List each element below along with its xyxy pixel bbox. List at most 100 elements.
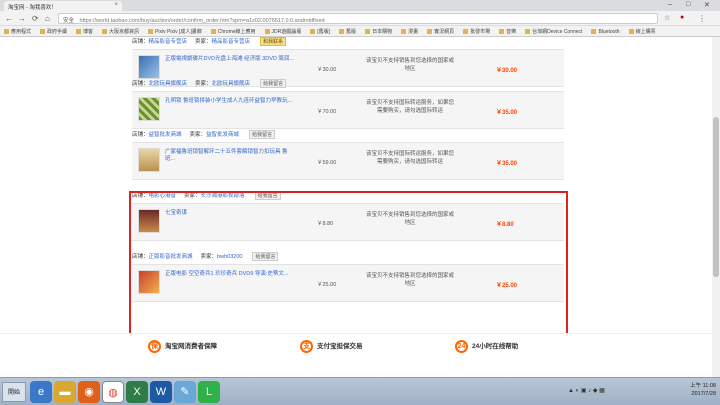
product-thumbnail[interactable]	[138, 97, 160, 121]
bookmark-folder-icon	[102, 29, 108, 34]
bookmark-folder-icon	[339, 29, 345, 34]
seller-link[interactable]: 北欧玩具旗舰店	[212, 81, 251, 87]
clock-icon: 24	[455, 340, 468, 353]
shop-link[interactable]: 北欧玩具旗舰店	[149, 81, 188, 87]
seller-link[interactable]: 精品影音专营店	[212, 39, 251, 45]
guarantee-2[interactable]: 支支付宝担保交易	[300, 340, 363, 353]
url-field[interactable]: 安全 https://world.taobao.com/buy/auction/…	[58, 13, 658, 24]
unit-price: ￥30.00	[317, 67, 337, 73]
tab-close-icon[interactable]: ×	[114, 2, 118, 8]
message-seller-button[interactable]: 给我留言	[249, 130, 276, 139]
excel-icon[interactable]: X	[126, 381, 148, 403]
menu-icon[interactable]: ⋮	[698, 14, 706, 23]
bookmark-folder-icon	[463, 29, 469, 34]
bookmark-item[interactable]: 批發市場	[463, 28, 490, 35]
bookmark-item[interactable]: Chrome線上應用	[210, 28, 256, 35]
folder-icon[interactable]: ▬	[54, 381, 76, 403]
bookmark-folder-icon	[427, 29, 433, 34]
seller-label: 卖家：	[189, 132, 207, 138]
seller-line: 店铺：北欧玩具旗舰店 卖家：北欧玩具旗舰店 给我留言	[132, 79, 564, 91]
chrome-icon[interactable]: ◍	[102, 381, 124, 403]
bookmark-item[interactable]: 應用程式	[4, 28, 31, 35]
taskbar: 開始 e ▬ ◉ ◍ X W ✎ L ▲ ◐ ▣ ♪ ◆ ▦ 上午 11:08 …	[0, 377, 720, 405]
bookmark-item[interactable]: 大阪京都資訊	[102, 28, 139, 35]
message-seller-button[interactable]: 和我联系	[260, 37, 287, 46]
scrollbar[interactable]	[712, 37, 720, 377]
line-icon[interactable]: L	[198, 381, 220, 403]
bookmark-item[interactable]: 線上購票	[628, 28, 656, 35]
seller-line: 店铺：益智批发商城 卖家：益智批发商城 给我留言	[132, 130, 564, 142]
product-title-link[interactable]: 广家福鲁班锁智解环二十五件套解锁智力扣玩具 鲁班...	[165, 149, 295, 163]
bookmark-item[interactable]: Bluetooth	[591, 29, 620, 35]
bookmark-folder-icon	[401, 29, 407, 34]
unit-price: ￥70.00	[317, 109, 337, 115]
bookmark-item[interactable]: 音樂	[499, 28, 516, 35]
bookmark-item[interactable]: 漫畫	[401, 28, 418, 35]
shop-label: 店铺：	[132, 81, 149, 87]
bookmark-folder-icon	[210, 29, 216, 34]
ie-icon[interactable]: e	[30, 381, 52, 403]
security-label: 安全	[63, 18, 75, 24]
adblock-icon[interactable]: ●	[680, 14, 684, 21]
shop-link[interactable]: 精品影音专营店	[149, 39, 188, 45]
bookmark-folder-icon	[40, 29, 46, 34]
paint-icon[interactable]: ✎	[174, 381, 196, 403]
address-bar-row: ← → ⟳ ⌂ 安全 https://world.taobao.com/buy/…	[0, 11, 720, 26]
forward-icon[interactable]: →	[18, 14, 26, 23]
tab-strip: 淘宝网 - 淘我喜欢！ × – □ ✕	[0, 0, 720, 11]
clock[interactable]: 上午 11:08 2017/7/28	[690, 382, 716, 398]
shop-label: 店铺：	[132, 39, 149, 45]
seller-label: 卖家：	[195, 81, 212, 87]
bookmark-folder-icon	[628, 29, 634, 34]
minimize-icon[interactable]: –	[668, 1, 672, 8]
word-icon[interactable]: W	[150, 381, 172, 403]
bookmark-item[interactable]: [舊版]	[310, 28, 330, 35]
bookmark-item[interactable]: JDR遊戲論壇	[264, 28, 301, 35]
shop-link[interactable]: 益智批发商城	[149, 132, 182, 138]
subtotal: ￥30.00	[496, 68, 518, 74]
bookmark-folder-icon	[76, 29, 82, 34]
clock-time: 上午 11:08	[690, 383, 716, 389]
subtotal: ￥35.00	[496, 110, 518, 116]
reload-icon[interactable]: ⟳	[32, 14, 39, 23]
order-item: 广家福鲁班锁智解环二十五件套解锁智力扣玩具 鲁班... ￥59.00 该宝贝不支持国…	[132, 142, 564, 180]
seller-link[interactable]: 益智批发商城	[206, 132, 239, 138]
guarantee-3[interactable]: 24 24小时在线帮助	[455, 340, 518, 353]
bookmark-item[interactable]: Pixiv Pixiv [成人]畫廊	[148, 28, 202, 35]
message-seller-button[interactable]: 给我留言	[260, 79, 287, 88]
bookmark-item[interactable]: 台灣網Device Connect	[525, 28, 582, 35]
shipping-warning: 该宝贝不支持国际转运服务，如果您需要购买，请勾选国际转运	[365, 100, 454, 114]
scroll-thumb[interactable]	[713, 117, 719, 277]
browser-tab[interactable]: 淘宝网 - 淘我喜欢！ ×	[4, 1, 122, 11]
maximize-icon[interactable]: □	[686, 1, 690, 8]
bookmark-item[interactable]: 日本購物	[365, 28, 392, 35]
bookmark-item[interactable]: 舊版	[339, 28, 356, 35]
product-title-link[interactable]: 孔明锁 鲁班锁拼装小学生成人九连环益智力早教玩...	[165, 98, 295, 105]
close-window-icon[interactable]: ✕	[704, 1, 710, 9]
star-icon[interactable]: ☆	[664, 14, 670, 22]
home-icon[interactable]: ⌂	[45, 14, 50, 23]
shipping-warning: 该宝贝不支持销售到您选择的国家或地区	[365, 58, 454, 72]
product-thumbnail[interactable]	[138, 148, 160, 172]
firefox-icon[interactable]: ◉	[78, 381, 100, 403]
guarantee-1[interactable]: 保淘宝网消费者保障	[148, 340, 217, 353]
alipay-icon: 支	[300, 340, 313, 353]
guarantee-footer: 保淘宝网消费者保障 支支付宝担保交易 24 24小时在线帮助	[0, 333, 712, 377]
product-title-link[interactable]: 正版電視劇碟片DVD光盘上海滩 经济版 3DVD 周润...	[165, 56, 295, 63]
start-button[interactable]: 開始	[2, 382, 26, 402]
url-text: https://world.taobao.com/buy/auction/ord…	[79, 18, 325, 24]
bookmark-folder-icon	[310, 29, 316, 34]
bookmark-item[interactable]: 政府手續	[40, 28, 67, 35]
seller-line: 店铺：精品影音专营店 卖家：精品影音专营店 和我联系	[132, 37, 564, 49]
bookmark-folder-icon	[525, 29, 531, 34]
unit-price: ￥59.00	[317, 160, 337, 166]
subtotal: ￥35.00	[496, 161, 518, 167]
clock-date: 2017/7/28	[691, 391, 716, 397]
page-content: 店铺：精品影音专营店 卖家：精品影音专营店 和我联系 正版電視劇碟片DVD光盘上海滩 …	[0, 37, 712, 377]
bookmark-item[interactable]: 博客	[76, 28, 93, 35]
tray-icons[interactable]: ▲ ◐ ▣ ♪ ◆ ▦	[568, 387, 605, 394]
bookmark-folder-icon	[4, 29, 9, 34]
back-icon[interactable]: ←	[5, 14, 13, 23]
bookmark-item[interactable]: 實況網頁	[427, 28, 454, 35]
product-thumbnail[interactable]	[138, 55, 160, 79]
